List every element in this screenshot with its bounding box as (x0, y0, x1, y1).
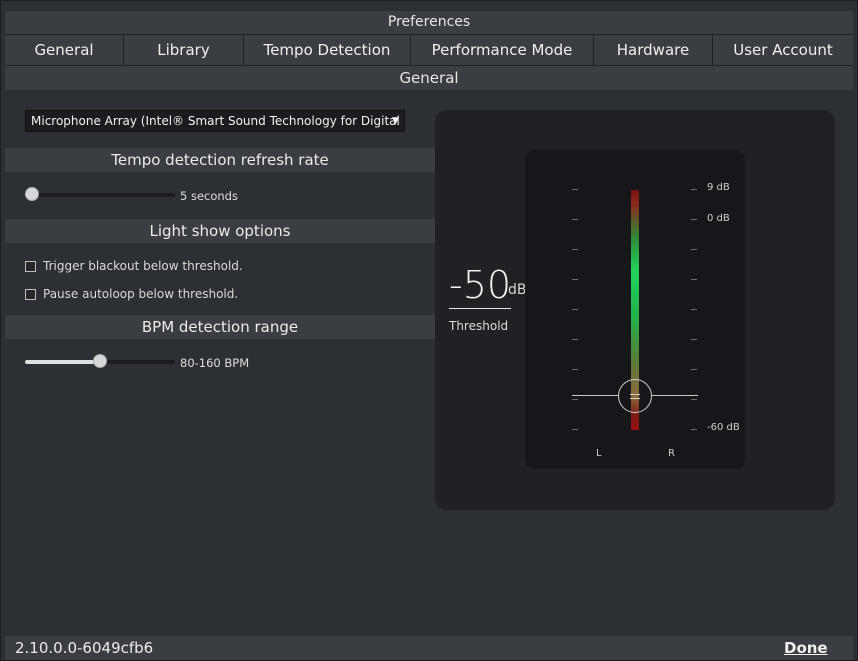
meter-tick (572, 399, 578, 400)
scale-label-bottom: -60 dB (707, 422, 740, 433)
input-device-value: Microphone Array (Intel® Smart Sound Tec… (31, 114, 405, 128)
meter-tick (691, 369, 697, 370)
threshold-handle[interactable] (618, 379, 652, 413)
preferences-window: Preferences General Library Tempo Detect… (0, 0, 858, 661)
tempo-refresh-header: Tempo detection refresh rate (5, 148, 435, 172)
bpm-range-slider[interactable] (25, 354, 175, 369)
threshold-line-left (572, 395, 618, 396)
threshold-underline (449, 308, 511, 309)
slider-handle[interactable] (93, 354, 107, 368)
meter-tick (691, 339, 697, 340)
meter-tick (572, 219, 578, 220)
meter-tick (572, 339, 578, 340)
threshold-line-right (652, 395, 698, 396)
threshold-label: Threshold (449, 319, 509, 333)
meter-tick (691, 399, 697, 400)
threshold-unit: dB (508, 282, 527, 298)
meter-tick (691, 309, 697, 310)
bpm-range-value: 80-160 BPM (180, 356, 250, 370)
tab-performance-mode[interactable]: Performance Mode (411, 35, 594, 65)
pause-autoloop-checkbox[interactable] (25, 288, 36, 300)
scale-label-top: 9 dB (707, 182, 730, 193)
version-label: 2.10.0.0-6049cfb6 (15, 639, 154, 657)
channel-left-label: L (596, 448, 602, 459)
blackout-checkbox[interactable] (25, 260, 36, 272)
tab-general[interactable]: General (5, 35, 124, 65)
meter-tick (691, 429, 697, 430)
tempo-refresh-slider[interactable] (25, 187, 175, 202)
meter-tick (572, 429, 578, 430)
blackout-option[interactable]: Trigger blackout below threshold. (25, 259, 243, 273)
input-device-select[interactable]: Microphone Array (Intel® Smart Sound Tec… (25, 110, 405, 132)
section-title: General (5, 66, 853, 90)
light-show-header: Light show options (5, 219, 435, 243)
tab-bar: General Library Tempo Detection Performa… (5, 34, 853, 66)
bpm-range-header: BPM detection range (5, 315, 435, 339)
grip-icon (630, 394, 640, 395)
meter-tick (572, 309, 578, 310)
meter-tick (572, 189, 578, 190)
tempo-refresh-value: 5 seconds (180, 189, 238, 203)
blackout-label: Trigger blackout below threshold. (43, 259, 243, 273)
tab-tempo-detection[interactable]: Tempo Detection (244, 35, 411, 65)
meter-tick (691, 219, 697, 220)
tab-user-account[interactable]: User Account (713, 35, 853, 65)
slider-track (25, 193, 175, 197)
meter-tick (691, 189, 697, 190)
meter-tick (691, 279, 697, 280)
pause-autoloop-option[interactable]: Pause autoloop below threshold. (25, 287, 238, 301)
slider-fill (25, 360, 100, 364)
meter-tick (572, 249, 578, 250)
channel-right-label: R (668, 448, 675, 459)
pause-autoloop-label: Pause autoloop below threshold. (43, 287, 239, 301)
grip-icon (630, 398, 640, 399)
meter-tick (572, 279, 578, 280)
tab-hardware[interactable]: Hardware (594, 35, 713, 65)
window-title: Preferences (5, 11, 853, 34)
meter-tick (572, 369, 578, 370)
threshold-value: -50 (449, 263, 512, 307)
slider-handle[interactable] (25, 187, 39, 201)
scale-label-zero: 0 dB (707, 213, 730, 224)
tab-library[interactable]: Library (124, 35, 244, 65)
done-button[interactable]: Done (784, 639, 828, 657)
dropdown-arrow-icon: ▼ (392, 116, 399, 126)
meter-tick (691, 249, 697, 250)
